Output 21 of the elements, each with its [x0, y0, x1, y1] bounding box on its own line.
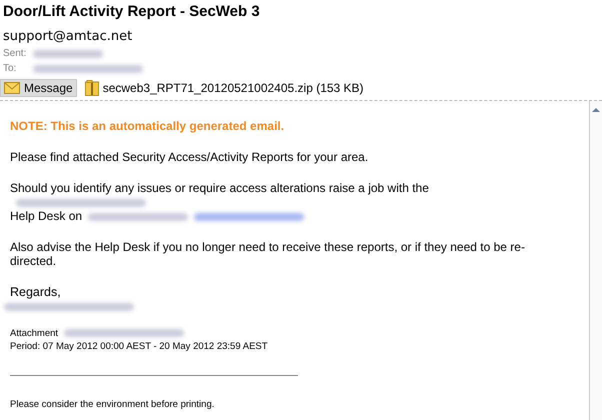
period-text: Period: 07 May 2012 00:00 AEST - 20 May 2012 23:59 AEST — [10, 340, 269, 353]
body-text: Help Desk on — [10, 209, 82, 223]
zip-folder-icon — [84, 80, 99, 96]
regards-text: Regards, — [10, 285, 62, 299]
sent-label: Sent: — [3, 47, 27, 61]
attachment-tab[interactable]: secweb3_RPT71_20120521002405.zip (153 KB) — [80, 78, 368, 98]
blurred-text — [33, 50, 103, 58]
attachment-tab[interactable]: Message — [0, 79, 77, 97]
body-paragraph: Also advise the Help Desk if you no longer need to receive these reports, or if they need to be re-directed. — [10, 240, 526, 268]
note-text: NOTE: This is an automatically generated email. — [10, 119, 286, 133]
email-subject: Door/Lift Activity Report - SecWeb 3 — [3, 2, 261, 22]
footer-text: Please consider the environment before printing. — [10, 398, 216, 411]
to-label: To: — [3, 62, 18, 76]
envelope-icon — [4, 82, 20, 94]
scroll-up-icon[interactable] — [591, 105, 601, 115]
sender-address: support@amtac.net — [3, 28, 134, 46]
attachment-label: Attachment — [10, 328, 58, 339]
body-text: Should you identify any issues or require access alterations raise a job with the — [10, 181, 429, 195]
scrollbar[interactable] — [589, 101, 602, 420]
blurred-link[interactable] — [194, 212, 304, 221]
body-paragraph: Please find attached Security Access/Activity Reports for your area. — [10, 150, 370, 164]
